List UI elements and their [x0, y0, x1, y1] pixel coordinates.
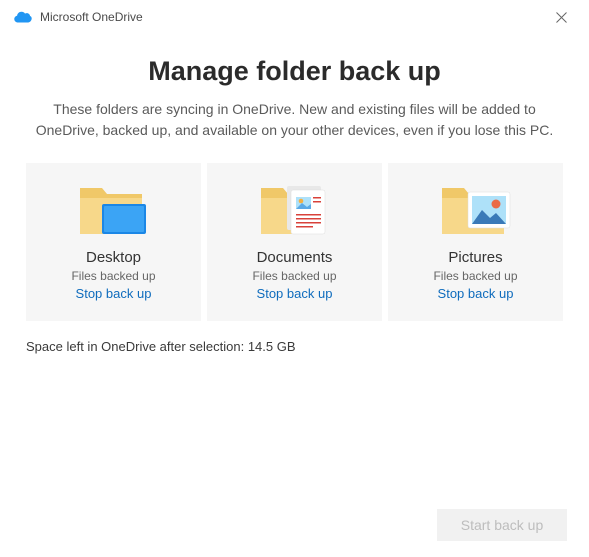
folder-card-desktop[interactable]: Desktop Files backed up Stop back up [26, 163, 201, 321]
desktop-folder-icon [74, 177, 154, 243]
pictures-folder-icon [436, 177, 516, 243]
folder-card-documents[interactable]: Documents Files backed up Stop back up [207, 163, 382, 321]
stop-backup-link[interactable]: Stop back up [76, 286, 152, 301]
page-description: These folders are syncing in OneDrive. N… [26, 99, 563, 141]
page-title: Manage folder back up [26, 56, 563, 87]
titlebar: Microsoft OneDrive [0, 0, 589, 34]
titlebar-left: Microsoft OneDrive [14, 10, 143, 24]
stop-backup-link[interactable]: Stop back up [257, 286, 333, 301]
folder-card-pictures[interactable]: Pictures Files backed up Stop back up [388, 163, 563, 321]
main-content: Manage folder back up These folders are … [0, 34, 589, 354]
space-left-label: Space left in OneDrive after selection: … [26, 339, 563, 354]
close-button[interactable] [547, 5, 575, 29]
onedrive-cloud-icon [14, 11, 32, 23]
footer: Start back up [437, 509, 567, 541]
titlebar-app-name: Microsoft OneDrive [40, 10, 143, 24]
start-backup-button[interactable]: Start back up [437, 509, 567, 541]
stop-backup-link[interactable]: Stop back up [438, 286, 514, 301]
folder-name-label: Pictures [448, 249, 502, 266]
documents-folder-icon [255, 177, 335, 243]
folder-name-label: Documents [257, 249, 333, 266]
folder-status-label: Files backed up [71, 269, 155, 283]
close-icon [556, 12, 567, 23]
folder-status-label: Files backed up [252, 269, 336, 283]
folder-cards-row: Desktop Files backed up Stop back up [26, 163, 563, 321]
folder-status-label: Files backed up [433, 269, 517, 283]
folder-name-label: Desktop [86, 249, 141, 266]
